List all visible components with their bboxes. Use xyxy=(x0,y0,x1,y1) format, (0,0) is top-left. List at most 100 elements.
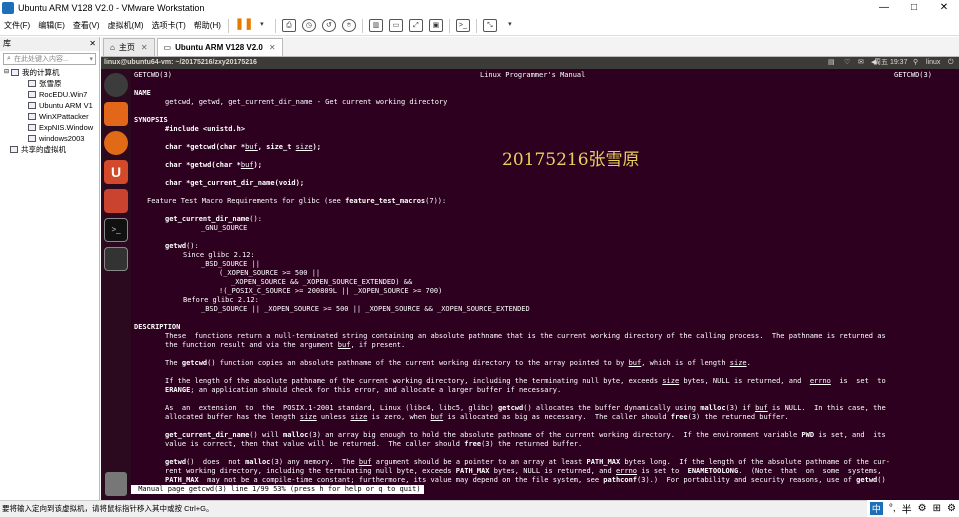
man-text: _XOPEN_SOURCE && _XOPEN_SOURCE_EXTENDED)… xyxy=(231,278,413,286)
tree-node-my-computer[interactable]: ⊟ 我的计算机 xyxy=(0,67,99,78)
tree-label: RocEDU.Win7 xyxy=(39,90,88,99)
revert-snapshot-icon[interactable]: ↺ xyxy=(321,19,336,32)
half-width-icon[interactable]: 半 xyxy=(902,501,912,516)
toolbar-separator xyxy=(227,18,229,33)
vm-icon: ▭ xyxy=(163,42,172,52)
close-icon[interactable]: ✕ xyxy=(141,39,148,57)
settings-icon[interactable]: ⚙ xyxy=(918,503,927,514)
maximize-button[interactable]: □ xyxy=(899,0,929,16)
section-heading: DESCRIPTION xyxy=(134,323,181,331)
pause-icon[interactable]: ❚❚ xyxy=(235,19,253,32)
terminal-icon[interactable]: >_ xyxy=(104,218,128,242)
terminal-icon[interactable] xyxy=(104,247,128,271)
man-header-left: GETCWD(3) xyxy=(134,71,172,79)
menu-vm[interactable]: 虚拟机(M) xyxy=(104,20,148,31)
tree-node-vm[interactable]: RocEDU.Win7 xyxy=(0,89,99,100)
files-icon[interactable] xyxy=(104,102,128,126)
man-text: allocated buffer has the length size unl… xyxy=(165,413,789,421)
man-text: get_current_dir_name() will malloc(3) an… xyxy=(165,431,886,439)
ubuntu-logo-icon[interactable] xyxy=(104,73,128,97)
man-text: char *get_current_dir_name(void); xyxy=(165,179,305,187)
menu-tabs[interactable]: 选项卡(T) xyxy=(148,20,190,31)
vm-icon xyxy=(28,80,36,87)
keyboard-icon[interactable]: ▤ xyxy=(828,57,835,69)
user-icon: ⚲ xyxy=(913,59,919,66)
library-panel: 库 ✕ ⌕ 在此处键入内容... ▾ ⊟ 我的计算机 张雪原 RocEDU.Win… xyxy=(0,37,100,500)
tree-label: 我的计算机 xyxy=(22,68,60,77)
vm-icon xyxy=(28,135,36,142)
close-icon[interactable]: ✕ xyxy=(269,39,276,57)
fullscreen-icon[interactable]: ⤢ xyxy=(408,19,423,32)
tab-ubuntu-vm[interactable]: ▭ Ubuntu ARM V128 V2.0 ✕ xyxy=(156,38,283,57)
search-icon: ⌕ xyxy=(7,55,11,62)
tree-node-vm[interactable]: WinXPattacker xyxy=(0,111,99,122)
ime-indicator[interactable]: 中 xyxy=(869,502,883,515)
software-center-icon[interactable]: U xyxy=(104,160,128,184)
tree-node-shared[interactable]: 共享的虚拟机 xyxy=(0,144,99,155)
user-name[interactable]: linux xyxy=(926,57,940,69)
terminal-window-title: linux@ubuntu64-vm: ~/20175216/zxy2017521… xyxy=(104,59,257,66)
menu-view[interactable]: 查看(V) xyxy=(69,20,104,31)
tree-node-vm[interactable]: 张雪原 xyxy=(0,78,99,89)
tree-node-vm[interactable]: windows2003 xyxy=(0,133,99,144)
firefox-icon[interactable] xyxy=(104,131,128,155)
power-icon[interactable]: ⏻ xyxy=(948,57,954,69)
section-heading: NAME xyxy=(134,89,151,97)
snapshot-manager-icon[interactable]: ⌾ xyxy=(341,19,356,32)
stretch-icon[interactable]: ⤡ xyxy=(482,19,497,32)
punctuation-icon[interactable]: °, xyxy=(889,503,896,514)
vmware-icon xyxy=(2,2,14,14)
library-search[interactable]: ⌕ 在此处键入内容... ▾ xyxy=(3,53,96,65)
network-icon[interactable]: ♡ xyxy=(844,57,850,69)
chevron-down-icon[interactable]: ▾ xyxy=(503,19,517,32)
tree-label: 共享的虚拟机 xyxy=(21,145,66,154)
man-text: getwd(): xyxy=(165,242,199,250)
menu-help[interactable]: 帮助(H) xyxy=(190,20,225,31)
man-header-center: Linux Programmer's Manual xyxy=(480,71,586,79)
clock[interactable]: 周五 19:37 xyxy=(874,57,907,69)
system-tray: 中 °, 半 ⚙ ⊞ ⚙ xyxy=(866,500,959,517)
mail-icon[interactable]: ✉ xyxy=(858,57,864,69)
terminal-area[interactable]: GETCWD(3) Linux Programmer's Manual GETC… xyxy=(131,69,959,500)
man-text: !(_POSIX_C_SOURCE >= 200809L || _XOPEN_S… xyxy=(219,287,443,295)
tree-label: Ubuntu ARM V1 xyxy=(39,101,93,110)
menu-file[interactable]: 文件(F) xyxy=(0,20,34,31)
tree-label: 张雪原 xyxy=(39,79,62,88)
window-controls: — □ ✕ xyxy=(869,0,959,16)
chevron-down-icon[interactable]: ▾ xyxy=(255,19,269,32)
vm-icon xyxy=(28,124,36,131)
man-text: #include <unistd.h> xyxy=(165,125,246,133)
man-text: ERANGE; an application should check for … xyxy=(165,386,562,394)
unity-icon[interactable]: ▣ xyxy=(428,19,443,32)
menu-bar: 文件(F) 编辑(E) 查看(V) 虚拟机(M) 选项卡(T) 帮助(H) ❚❚… xyxy=(0,16,959,36)
settings-icon[interactable] xyxy=(104,189,128,213)
tree-node-vm[interactable]: Ubuntu ARM V1 xyxy=(0,100,99,111)
library-title: 库 xyxy=(3,39,11,48)
tree-label: windows2003 xyxy=(39,134,85,143)
man-text: As an extension to the POSIX.1-2001 stan… xyxy=(165,404,886,412)
minimize-button[interactable]: — xyxy=(869,0,899,16)
snapshot-icon[interactable]: ◷ xyxy=(301,19,316,32)
scrollbar[interactable] xyxy=(953,69,959,500)
close-button[interactable]: ✕ xyxy=(929,0,959,16)
console-icon[interactable]: >_ xyxy=(455,19,470,32)
tab-label: 主页 xyxy=(118,42,135,52)
tree-label: WinXPattacker xyxy=(39,112,89,121)
man-text: Since glibc 2.12: xyxy=(183,251,255,259)
man-text: (_XOPEN_SOURCE >= 500 || xyxy=(219,269,321,277)
man-header-right: GETCWD(3) xyxy=(894,71,932,79)
thumbnail-icon[interactable]: ▭ xyxy=(388,19,403,32)
search-placeholder: 在此处键入内容... xyxy=(14,56,69,63)
trash-icon[interactable] xyxy=(105,472,127,496)
keyboard-icon[interactable]: ⊞ xyxy=(933,503,941,514)
tree-node-vm[interactable]: ExpNIS.Window xyxy=(0,122,99,133)
man-text: _BSD_SOURCE || xyxy=(201,260,261,268)
tab-home[interactable]: ⌂ 主页 ✕ xyxy=(103,38,155,56)
menu-edit[interactable]: 编辑(E) xyxy=(34,20,69,31)
send-ctrl-alt-del-icon[interactable]: ⎙ xyxy=(281,19,296,32)
shared-vm-icon xyxy=(10,146,18,153)
sidebar-toggle-icon[interactable]: ▥ xyxy=(368,19,383,32)
chevron-down-icon[interactable]: ▾ xyxy=(89,55,93,63)
gear-icon[interactable]: ⚙ xyxy=(947,503,956,514)
library-close-button[interactable]: ✕ xyxy=(89,37,96,51)
